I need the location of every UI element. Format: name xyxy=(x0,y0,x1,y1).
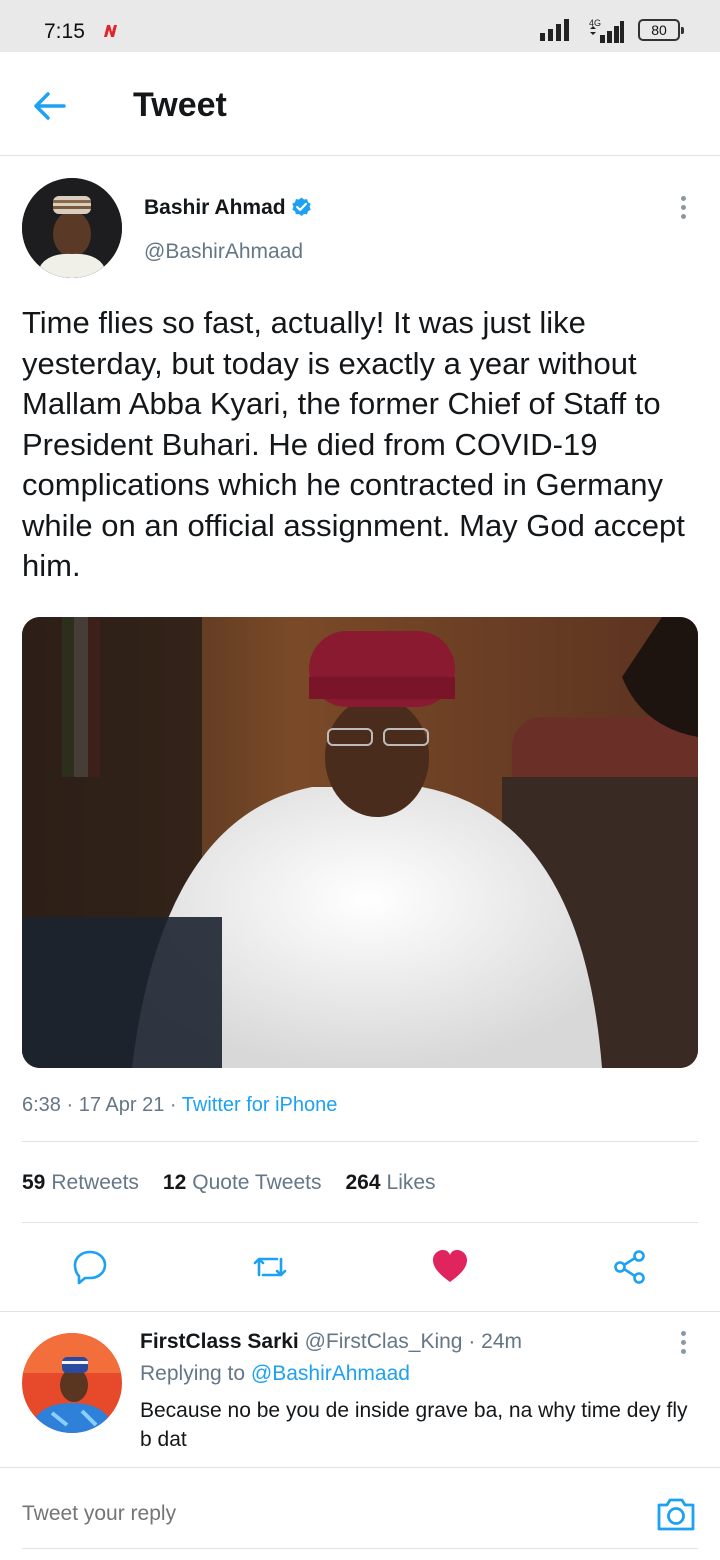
reply-time: 24m xyxy=(481,1330,523,1353)
reply-input[interactable] xyxy=(22,1502,582,1526)
divider xyxy=(22,1141,698,1142)
reply-author-name[interactable]: FirstClass Sarki xyxy=(140,1330,299,1353)
reply-header: FirstClass Sarki @FirstClas_King · 24m xyxy=(140,1330,522,1354)
tweet-date: 17 Apr 21 xyxy=(78,1094,165,1116)
meta-separator: · xyxy=(468,1330,476,1353)
tweet-stats: 59 Retweets 12 Quote Tweets 264 Likes xyxy=(22,1171,436,1195)
reply-composer xyxy=(0,1468,720,1560)
reply-avatar-image xyxy=(22,1333,122,1433)
signal-icon xyxy=(540,19,569,41)
page-title: Tweet xyxy=(133,86,227,124)
divider xyxy=(0,1311,720,1312)
tweet-photo[interactable] xyxy=(22,617,698,1068)
author-avatar[interactable] xyxy=(22,178,122,278)
reply-text: Because no be you de inside grave ba, na… xyxy=(140,1399,688,1451)
top-bar: Tweet xyxy=(0,52,720,156)
verified-badge-icon xyxy=(292,197,311,217)
divider xyxy=(22,1222,698,1223)
tweet-text: Time flies so fast, actually! It was jus… xyxy=(22,305,685,583)
likes-stat[interactable]: 264 Likes xyxy=(345,1171,435,1195)
retweet-icon[interactable] xyxy=(250,1247,290,1287)
composer-underline xyxy=(22,1548,698,1549)
reply-more-options-icon[interactable] xyxy=(676,1329,690,1359)
like-icon[interactable] xyxy=(430,1247,470,1287)
tweet-meta: 6:38 · 17 Apr 21 · Twitter for iPhone xyxy=(22,1094,337,1117)
replying-to-link[interactable]: @BashirAhmaad xyxy=(251,1362,410,1385)
tweet-photo-image xyxy=(22,617,698,1068)
meta-separator: · xyxy=(66,1094,79,1116)
retweets-count: 59 xyxy=(22,1171,46,1194)
replying-prefix: Replying to xyxy=(140,1362,246,1385)
retweets-stat[interactable]: 59 Retweets xyxy=(22,1171,139,1195)
status-indicators: 4G 80 xyxy=(540,17,684,43)
status-time: 7:15 xyxy=(44,20,85,43)
reply-icon[interactable] xyxy=(70,1247,110,1287)
camera-icon[interactable] xyxy=(654,1492,698,1536)
likes-count: 264 xyxy=(345,1171,381,1194)
signal-4g-icon: 4G xyxy=(589,18,624,43)
network-type: 4G xyxy=(589,18,601,28)
author-avatar-image xyxy=(22,178,122,278)
author-name[interactable]: Bashir Ahmad xyxy=(144,196,286,220)
quotes-count: 12 xyxy=(162,1171,187,1194)
reply-author-handle[interactable]: @FirstClas_King xyxy=(305,1330,463,1353)
likes-label: Likes xyxy=(386,1171,436,1194)
author-handle[interactable]: @BashirAhmaad xyxy=(144,240,303,264)
battery-indicator: 80 xyxy=(638,19,684,41)
n-news-icon xyxy=(104,25,117,37)
meta-separator: · xyxy=(169,1094,182,1116)
replying-to: Replying to @BashirAhmaad xyxy=(140,1362,410,1386)
share-icon[interactable] xyxy=(610,1247,650,1287)
quotes-label: Quote Tweets xyxy=(192,1171,322,1194)
more-options-icon[interactable] xyxy=(676,194,690,224)
quote-tweets-stat[interactable]: 12 Quote Tweets xyxy=(163,1171,322,1195)
reply-avatar[interactable] xyxy=(22,1333,122,1433)
tweet-time: 6:38 xyxy=(22,1094,61,1116)
tweet-source-link[interactable]: Twitter for iPhone xyxy=(182,1094,338,1116)
retweets-label: Retweets xyxy=(51,1171,139,1194)
status-bar: 7:15 4G 80 xyxy=(0,0,720,52)
arrow-left-icon[interactable] xyxy=(30,86,70,126)
